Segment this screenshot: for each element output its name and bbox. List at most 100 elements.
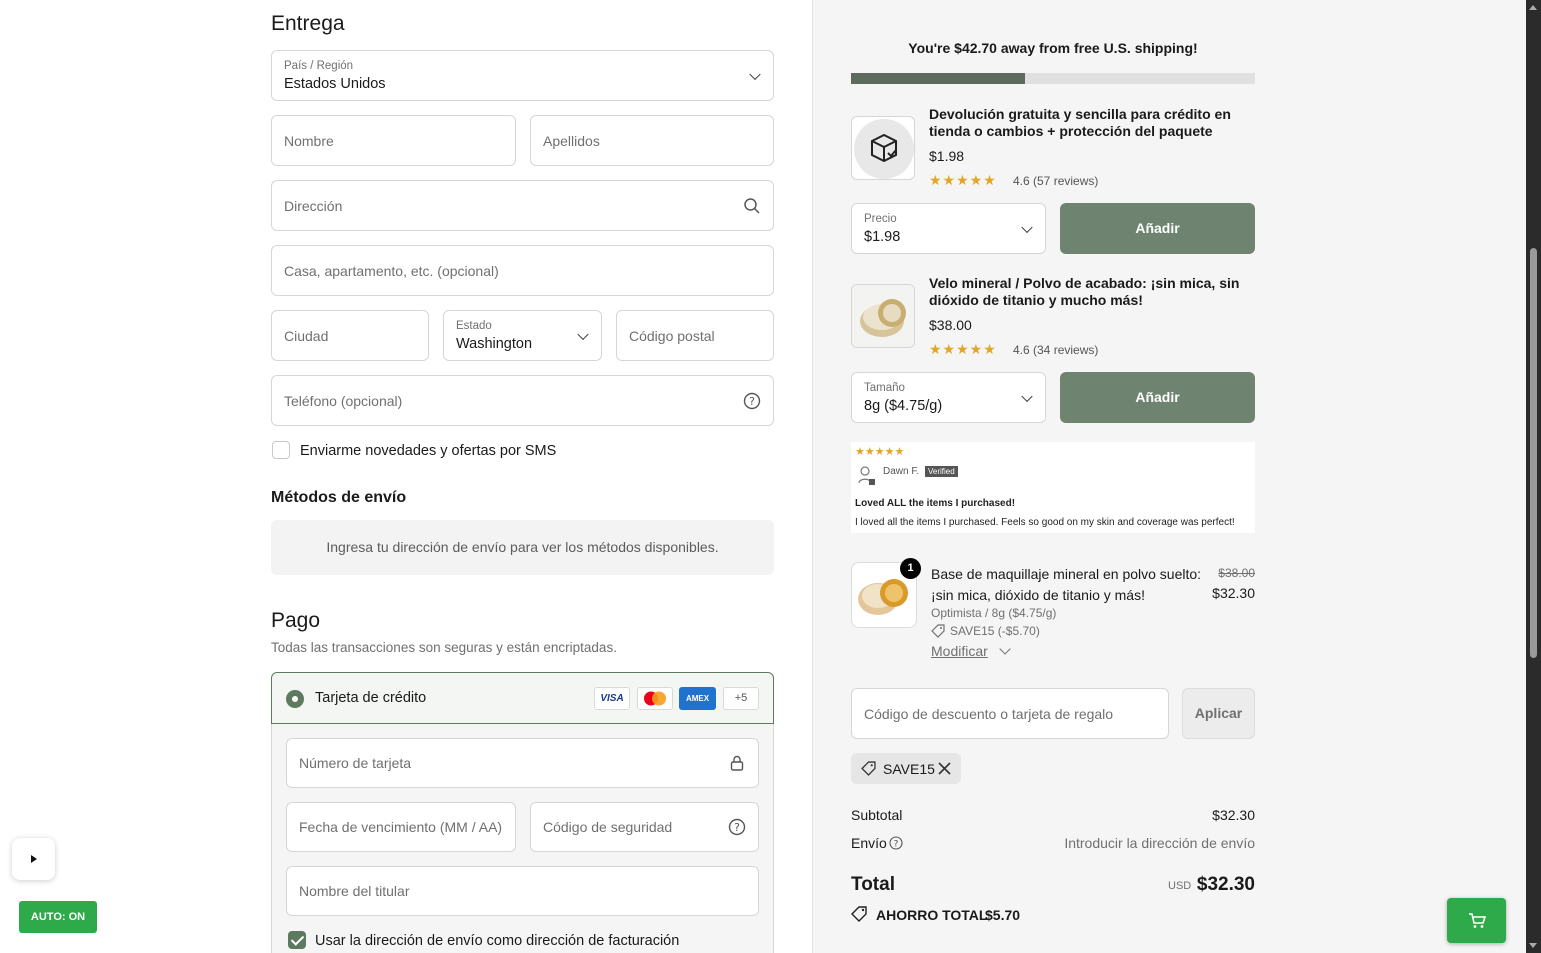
amex-icon: AMEX	[679, 687, 716, 710]
billing-same-checkbox[interactable]	[288, 931, 306, 949]
cart-item-title: Base de maquillaje mineral en polvo suel…	[931, 566, 1202, 603]
package-protection-image	[851, 116, 915, 180]
sms-label: Enviarme novedades y ofertas por SMS	[300, 443, 557, 459]
subtotal-label: Subtotal	[851, 807, 903, 823]
rating-stars: ★★★★★	[929, 172, 997, 188]
discount-code-placeholder: Código de descuento o tarjeta de regalo	[864, 706, 1114, 722]
city-placeholder: Ciudad	[284, 327, 329, 344]
security-code-field[interactable]: Código de seguridad ?	[530, 802, 759, 852]
tag-icon	[861, 761, 876, 776]
total-savings-value: $5.70	[985, 907, 1021, 923]
scrollbar-thumb[interactable]	[1530, 248, 1537, 658]
help-icon[interactable]: ?	[889, 836, 903, 850]
address-placeholder: Dirección	[284, 197, 343, 214]
sms-checkbox[interactable]	[272, 441, 290, 459]
first-name-placeholder: Nombre	[284, 132, 334, 149]
select-label: Tamaño	[864, 382, 905, 394]
review-title: Loved ALL the items I purchased!	[855, 498, 1016, 509]
expiry-field[interactable]: Fecha de vencimiento (MM / AA)	[286, 802, 516, 852]
applied-discount-chip: SAVE15	[851, 753, 961, 784]
more-cards-badge: +5	[723, 687, 759, 710]
shipping-methods-heading: Métodos de envío	[271, 489, 407, 506]
checkout-form: Entrega País / Región Estados Unidos Nom…	[0, 0, 812, 953]
cart-item-original-price: $38.00	[1218, 566, 1255, 580]
upsell-title: Devolución gratuita y sencilla para créd…	[929, 106, 1231, 139]
free-shipping-progress-fill	[851, 73, 1025, 84]
apply-discount-button[interactable]: Aplicar	[1182, 688, 1255, 739]
shopping-cart-icon	[1469, 913, 1486, 928]
credit-card-option[interactable]: Tarjeta de crédito VISA AMEX +5	[271, 672, 774, 724]
country-select[interactable]: País / Región Estados Unidos	[271, 50, 774, 101]
shipping-methods-message: Ingresa tu dirección de envío para ver l…	[326, 539, 719, 555]
select-value: 8g ($4.75/g)	[864, 398, 943, 414]
first-name-field[interactable]: Nombre	[271, 115, 516, 166]
scrollbar[interactable]	[1526, 0, 1541, 953]
total-savings-label: AHORRO TOTAL	[876, 907, 988, 923]
cart-item-price: $32.30	[1212, 585, 1255, 601]
scroll-down-arrow-icon[interactable]	[1529, 943, 1537, 948]
last-name-placeholder: Apellidos	[543, 132, 600, 149]
mineral-veil-image	[851, 284, 915, 348]
review-stars: ★★★★★	[855, 446, 905, 458]
payment-subtitle: Todas las transacciones son seguras y es…	[271, 640, 617, 655]
apartment-field[interactable]: Casa, apartamento, etc. (opcional)	[271, 245, 774, 296]
search-icon	[744, 197, 760, 214]
credit-card-radio[interactable]	[286, 690, 304, 708]
svg-text:?: ?	[749, 395, 755, 408]
tag-icon	[931, 624, 945, 638]
upsell-title: Velo mineral / Polvo de acabado: ¡sin mi…	[929, 275, 1240, 308]
total-value: $32.30	[1196, 874, 1255, 895]
package-icon	[854, 119, 914, 179]
upsell-size-select[interactable]: Tamaño 8g ($4.75/g)	[851, 372, 1046, 423]
country-label: País / Región	[284, 60, 354, 72]
user-icon	[858, 466, 875, 485]
reviewer-name: Dawn F.	[883, 466, 920, 477]
mastercard-icon	[637, 687, 673, 710]
card-number-placeholder: Número de tarjeta	[299, 755, 412, 771]
add-upsell-button[interactable]: Añadir	[1060, 372, 1255, 423]
delivery-heading: Entrega	[271, 12, 345, 35]
free-shipping-progress	[851, 73, 1255, 84]
verified-badge: Verified	[925, 466, 958, 477]
auto-toggle-button[interactable]: AUTO: ON	[19, 901, 97, 933]
scroll-up-arrow-icon[interactable]	[1529, 5, 1537, 10]
chevron-down-icon	[1021, 390, 1033, 402]
state-select[interactable]: Estado Washington	[443, 310, 602, 361]
phone-field[interactable]: Teléfono (opcional) ?	[271, 375, 774, 426]
upsell-price-select[interactable]: Precio $1.98	[851, 203, 1046, 254]
rating-text: 4.6 (34 reviews)	[1013, 343, 1099, 357]
credit-card-label: Tarjeta de crédito	[315, 690, 427, 706]
subtotal-value: $32.30	[1212, 807, 1255, 823]
svg-text:?: ?	[894, 840, 899, 850]
payment-heading: Pago	[271, 609, 321, 632]
review-card: ★★★★★ Dawn F. Verified Loved ALL the ite…	[851, 442, 1255, 533]
card-form: Número de tarjeta Fecha de vencimiento (…	[271, 724, 774, 953]
add-upsell-button[interactable]: Añadir	[1060, 203, 1255, 254]
card-number-field[interactable]: Número de tarjeta	[286, 738, 759, 788]
shipping-label: Envío	[851, 835, 887, 851]
city-field[interactable]: Ciudad	[271, 310, 429, 361]
modify-link[interactable]: Modificar	[931, 643, 988, 659]
savings-tag-icon	[851, 906, 867, 922]
security-code-placeholder: Código de seguridad	[543, 819, 673, 835]
close-icon[interactable]	[938, 762, 951, 775]
discount-code-input[interactable]: Código de descuento o tarjeta de regalo	[851, 688, 1169, 739]
last-name-field[interactable]: Apellidos	[530, 115, 774, 166]
cart-fab-button[interactable]	[1447, 898, 1506, 943]
postal-code-field[interactable]: Código postal	[616, 310, 774, 361]
help-icon[interactable]: ?	[743, 392, 761, 410]
country-value: Estados Unidos	[284, 76, 386, 92]
powder-jar-icon	[852, 285, 914, 347]
help-icon[interactable]: ?	[728, 818, 746, 836]
shipping-methods-notice: Ingresa tu dirección de envío para ver l…	[271, 520, 774, 575]
cardholder-name-field[interactable]: Nombre del titular	[286, 866, 759, 916]
address-field[interactable]: Dirección	[271, 180, 774, 231]
svg-text:?: ?	[734, 821, 740, 834]
play-button[interactable]	[12, 838, 55, 880]
total-label: Total	[851, 874, 895, 895]
expiry-placeholder: Fecha de vencimiento (MM / AA)	[299, 819, 503, 835]
chevron-down-icon	[1021, 221, 1033, 233]
rating-stars: ★★★★★	[929, 341, 997, 357]
visa-icon: VISA	[594, 687, 630, 710]
upsell-price: $38.00	[929, 317, 972, 333]
